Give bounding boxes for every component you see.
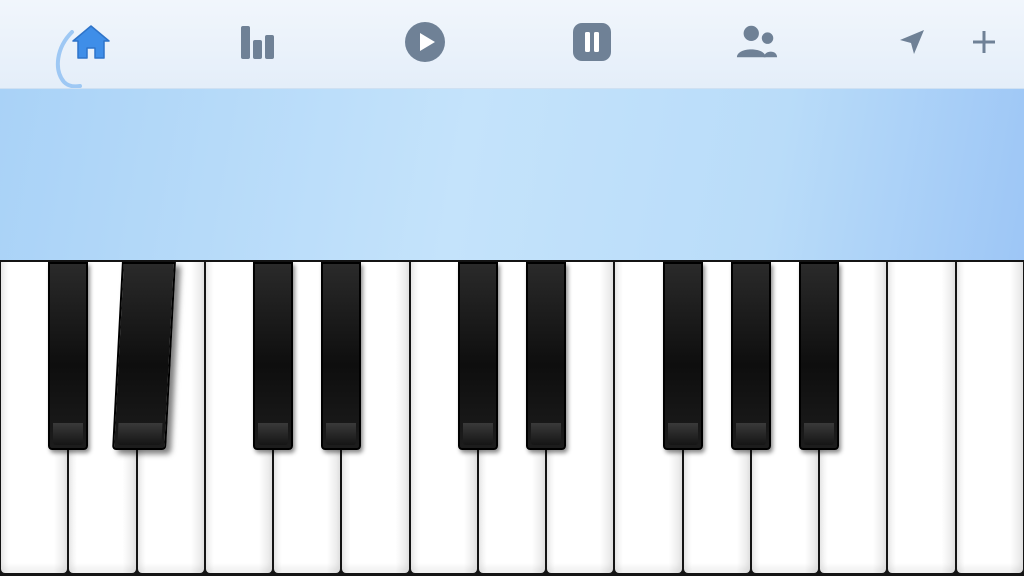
banner [0,89,1024,260]
play-button[interactable] [403,20,447,64]
stats-button[interactable] [236,20,280,64]
piano-app [0,0,1024,576]
pause-button[interactable] [570,20,614,64]
black-key[interactable] [457,262,498,450]
users-button[interactable] [735,20,779,64]
navigate-button[interactable] [890,20,934,64]
black-key[interactable] [111,262,176,450]
plus-icon [973,31,995,53]
toolbar [0,0,1024,89]
black-key[interactable] [48,262,89,450]
black-key[interactable] [321,262,362,450]
white-key[interactable] [888,262,955,573]
black-key[interactable] [526,262,567,450]
play-icon [405,22,445,62]
white-key[interactable] [956,262,1023,573]
users-icon [736,25,778,58]
home-icon [72,25,110,59]
black-key[interactable] [253,262,294,450]
pause-icon [573,23,611,61]
black-key[interactable] [730,262,771,450]
bar-chart-icon [241,26,274,59]
navigation-arrow-icon [900,30,924,54]
home-button[interactable] [69,20,113,64]
black-key[interactable] [799,262,840,450]
add-button[interactable] [962,20,1006,64]
black-key[interactable] [662,262,703,450]
piano-keyboard [0,260,1024,576]
